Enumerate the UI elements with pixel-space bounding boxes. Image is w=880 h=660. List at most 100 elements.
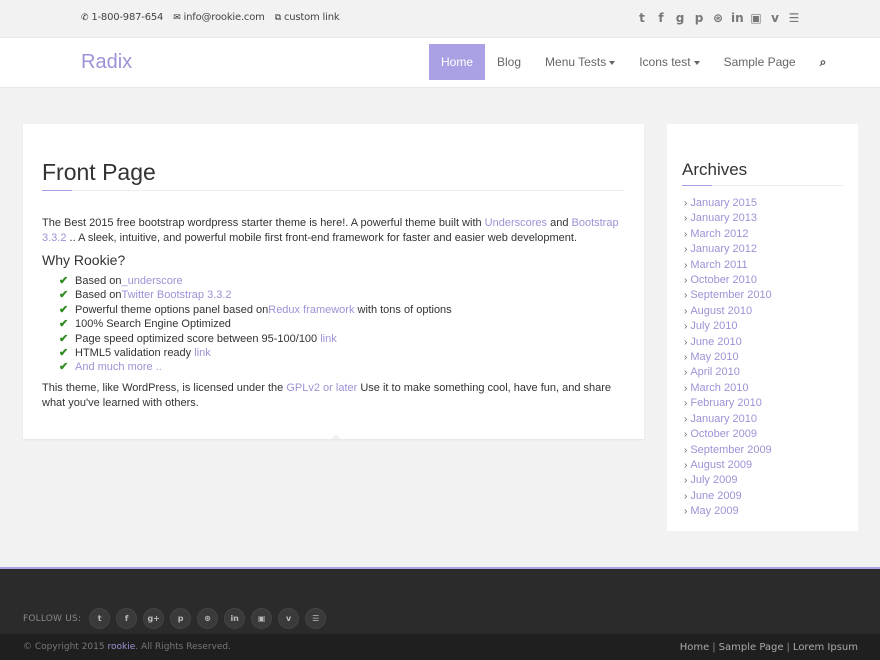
feature-link[interactable]: Redux framework <box>268 303 354 317</box>
feature-link[interactable]: And much more .. <box>75 360 162 374</box>
feature-link[interactable]: _underscore <box>121 274 182 288</box>
archive-link[interactable]: March 2011 <box>690 259 747 271</box>
archive-link[interactable]: September 2010 <box>690 289 771 301</box>
nav-item-home[interactable]: Home <box>429 44 486 80</box>
archive-link[interactable]: August 2010 <box>690 305 752 317</box>
archive-item[interactable]: › September 2010 <box>684 288 772 303</box>
archive-link[interactable]: February 2010 <box>690 397 762 409</box>
archive-link[interactable]: October 2010 <box>690 274 757 286</box>
vimeo-icon[interactable]: v <box>769 11 781 25</box>
chevron-right-icon: › <box>684 321 688 333</box>
email-item[interactable]: ✉ info@rookie.com <box>173 12 265 23</box>
archive-item[interactable]: › October 2009 <box>684 427 772 442</box>
intro-text-3: .. A sleek, intuitive, and powerful mobi… <box>66 232 577 244</box>
nav-item-icons-test[interactable]: Icons test <box>627 44 711 80</box>
archive-item[interactable]: › January 2015 <box>684 196 772 211</box>
rss-icon[interactable]: ☰ <box>788 11 800 25</box>
gpl-link[interactable]: GPLv2 or later <box>286 382 357 394</box>
chevron-right-icon: › <box>684 382 688 394</box>
dribbble-icon[interactable]: ⊛ <box>712 11 724 25</box>
archive-item[interactable]: › May 2010 <box>684 350 772 365</box>
archive-link[interactable]: January 2012 <box>690 243 757 255</box>
archive-link[interactable]: January 2015 <box>690 197 757 209</box>
underscores-link[interactable]: Underscores <box>485 217 547 229</box>
archive-link[interactable]: July 2010 <box>690 320 737 332</box>
nav-item-sample-page[interactable]: Sample Page <box>712 44 808 80</box>
archive-link[interactable]: September 2009 <box>690 444 771 456</box>
linkedin-icon[interactable]: in <box>224 608 246 629</box>
archive-item[interactable]: › August 2010 <box>684 304 772 319</box>
phone-item: ✆ 1-800-987-654 <box>81 12 163 23</box>
archive-link[interactable]: July 2009 <box>690 474 737 486</box>
archive-link[interactable]: May 2010 <box>690 351 738 363</box>
feature-text: 100% Search Engine Optimized <box>75 318 231 331</box>
chevron-right-icon: › <box>684 429 688 441</box>
facebook-icon[interactable]: f <box>655 11 667 25</box>
archive-link[interactable]: March 2012 <box>690 228 748 240</box>
dribbble-icon[interactable]: ⊛ <box>197 608 219 629</box>
feature-list: ✔ Based on _underscore ✔ Based on Twitter … <box>59 274 452 375</box>
nav-item-menu-tests[interactable]: Menu Tests <box>533 44 627 80</box>
custom-link-item[interactable]: ⧉ custom link <box>275 12 340 23</box>
archive-item[interactable]: › March 2010 <box>684 381 772 396</box>
archive-item[interactable]: › January 2010 <box>684 412 772 427</box>
archive-link[interactable]: January 2013 <box>690 212 757 224</box>
archive-item[interactable]: › February 2010 <box>684 396 772 411</box>
rss-icon[interactable]: ☰ <box>305 608 327 629</box>
rookie-link[interactable]: rookie <box>107 642 135 652</box>
pinterest-icon[interactable]: p <box>693 11 705 25</box>
chevron-right-icon: › <box>684 213 688 225</box>
archive-item[interactable]: › March 2011 <box>684 258 772 273</box>
pinterest-icon[interactable]: p <box>170 608 192 629</box>
footer-link-sample-page[interactable]: Sample Page <box>719 642 784 653</box>
facebook-icon[interactable]: f <box>116 608 138 629</box>
footer-link-home[interactable]: Home <box>680 642 710 653</box>
archive-link[interactable]: August 2009 <box>690 459 752 471</box>
footer-links: Home | Sample Page | Lorem Ipsum <box>680 642 858 653</box>
archive-item[interactable]: › May 2009 <box>684 504 772 519</box>
archive-link[interactable]: January 2010 <box>690 413 757 425</box>
search-icon[interactable]: ⌕ <box>808 44 839 80</box>
archive-link[interactable]: June 2010 <box>690 336 741 348</box>
archive-item[interactable]: › July 2010 <box>684 319 772 334</box>
feature-link[interactable]: link <box>320 332 337 346</box>
intro-paragraph: The Best 2015 free bootstrap wordpress s… <box>42 216 627 246</box>
feature-text: HTML5 validation ready <box>75 347 195 360</box>
twitter-icon[interactable]: t <box>636 11 648 25</box>
google-plus-icon[interactable]: g+ <box>143 608 165 629</box>
nav-item-icons-test-label: Icons test <box>639 55 691 69</box>
brand-logo[interactable]: Radix <box>81 51 132 74</box>
archive-item[interactable]: › July 2009 <box>684 473 772 488</box>
archive-item[interactable]: › January 2012 <box>684 242 772 257</box>
archive-link[interactable]: October 2009 <box>690 428 757 440</box>
twitter-icon[interactable]: t <box>89 608 111 629</box>
google-plus-icon[interactable]: g <box>674 11 686 25</box>
list-item: ✔ 100% Search Engine Optimized <box>59 317 452 331</box>
footer-link-lorem-ipsum[interactable]: Lorem Ipsum <box>793 642 858 653</box>
archive-item[interactable]: › April 2010 <box>684 365 772 380</box>
caret-down-icon <box>693 60 700 65</box>
archive-item[interactable]: › March 2012 <box>684 227 772 242</box>
archive-link[interactable]: June 2009 <box>690 490 741 502</box>
archive-item[interactable]: › September 2009 <box>684 443 772 458</box>
archive-item[interactable]: › October 2010 <box>684 273 772 288</box>
flickr-icon[interactable]: ▣ <box>251 608 273 629</box>
custom-link[interactable]: custom link <box>284 12 340 23</box>
feature-link[interactable]: link <box>194 346 211 360</box>
linkedin-icon[interactable]: in <box>731 11 744 25</box>
archive-item[interactable]: › August 2009 <box>684 458 772 473</box>
archive-link[interactable]: April 2010 <box>690 366 740 378</box>
archive-item[interactable]: › January 2013 <box>684 211 772 226</box>
chevron-right-icon: › <box>684 475 688 487</box>
vimeo-icon[interactable]: v <box>278 608 300 629</box>
archive-item[interactable]: › June 2010 <box>684 335 772 350</box>
archives-divider-accent <box>682 185 712 186</box>
archive-link[interactable]: May 2009 <box>690 505 738 517</box>
archive-item[interactable]: › June 2009 <box>684 489 772 504</box>
email-text[interactable]: info@rookie.com <box>184 12 265 23</box>
archive-link[interactable]: March 2010 <box>690 382 748 394</box>
nav-item-blog[interactable]: Blog <box>485 44 533 80</box>
feature-link[interactable]: Twitter Bootstrap 3.3.2 <box>121 288 231 302</box>
flickr-icon[interactable]: ▣ <box>750 11 762 25</box>
chevron-right-icon: › <box>684 367 688 379</box>
